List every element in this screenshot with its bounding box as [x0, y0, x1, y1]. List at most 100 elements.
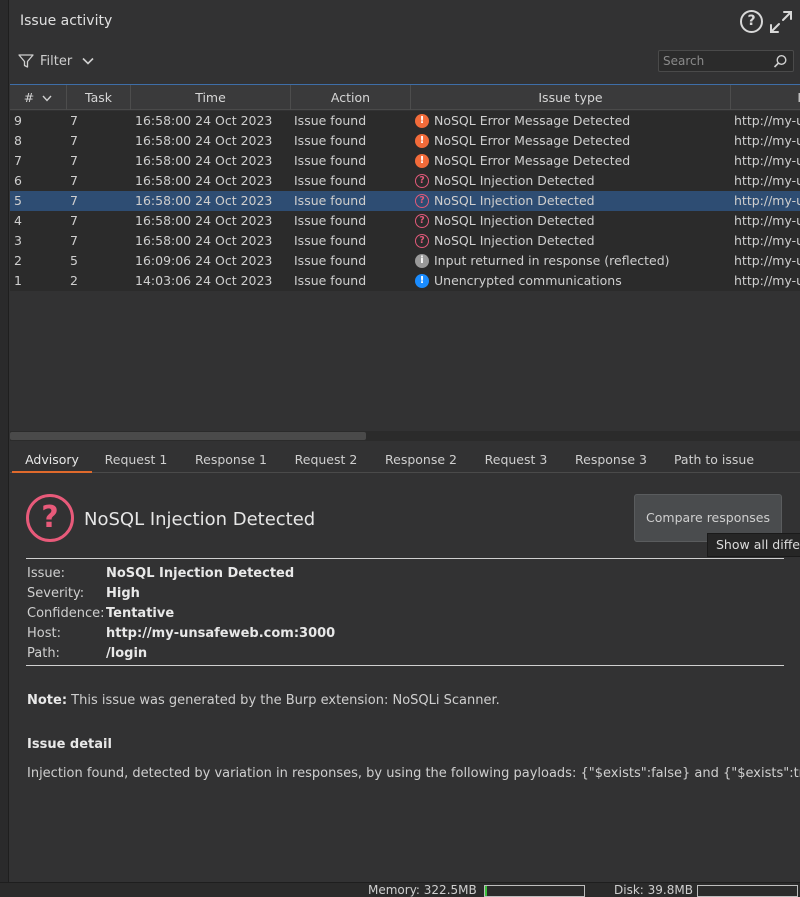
cell-task: 7	[70, 133, 78, 148]
cell-action: Issue found	[294, 153, 367, 168]
cell-time: 16:58:00 24 Oct 2023	[135, 173, 273, 188]
field-value-path: /login	[106, 646, 148, 661]
advisory-panel: ? NoSQL Injection Detected Compare respo…	[10, 474, 800, 882]
cell-task: 7	[70, 193, 78, 208]
cell-action: Issue found	[294, 273, 367, 288]
tab-request-1[interactable]: Request 1	[98, 447, 174, 473]
info-icon: i	[415, 254, 429, 268]
col-header-issue-type[interactable]: Issue type	[411, 85, 731, 110]
tentative-icon: ?	[415, 234, 429, 248]
cell-action: Issue found	[294, 133, 367, 148]
help-icon[interactable]: ?	[740, 10, 763, 33]
filter-button[interactable]: Filter	[18, 52, 100, 70]
sort-desc-icon	[42, 95, 52, 102]
table-row[interactable]: 6 7 16:58:00 24 Oct 2023 Issue found NoSQL I…	[10, 171, 800, 191]
cell-number: 1	[14, 273, 22, 288]
tab-response-2[interactable]: Response 2	[378, 447, 464, 473]
table-row[interactable]: 4 7 16:58:00 24 Oct 2023 Issue found NoSQL I…	[10, 211, 800, 231]
cell-number: 7	[14, 153, 22, 168]
cell-time: 14:03:06 24 Oct 2023	[135, 273, 273, 288]
table-row[interactable]: 9 7 16:58:00 24 Oct 2023 Issue found NoSQL E…	[10, 111, 800, 131]
expand-icon[interactable]	[768, 9, 794, 35]
cell-issue-type: NoSQL Injection Detected	[434, 193, 595, 208]
note-text: Note: This issue was generated by the Bu…	[27, 693, 500, 708]
cell-url: http://my-u	[734, 133, 800, 148]
table-row[interactable]: 8 7 16:58:00 24 Oct 2023 Issue found NoSQL E…	[10, 131, 800, 151]
cell-time: 16:58:00 24 Oct 2023	[135, 153, 273, 168]
table-row[interactable]: 7 7 16:58:00 24 Oct 2023 Issue found NoSQL E…	[10, 151, 800, 171]
panel-title: Issue activity	[20, 13, 113, 29]
field-label-path: Path:	[27, 646, 60, 661]
table-row[interactable]: 5 7 16:58:00 24 Oct 2023 Issue found NoSQL I…	[10, 191, 800, 211]
memory-bar	[484, 885, 585, 897]
tab-advisory[interactable]: Advisory	[12, 447, 92, 473]
scrollbar-thumb[interactable]	[10, 432, 366, 440]
chevron-down-icon	[82, 57, 94, 65]
high-severity-icon: !	[415, 134, 429, 148]
cell-task: 7	[70, 213, 78, 228]
cell-url: http://my-u	[734, 193, 800, 208]
search-icon[interactable]	[773, 54, 788, 69]
cell-task: 2	[70, 273, 78, 288]
cell-issue-type: Input returned in response (reflected)	[434, 253, 670, 268]
tab-request-2[interactable]: Request 2	[288, 447, 364, 473]
field-label-host: Host:	[27, 626, 61, 641]
tab-request-3[interactable]: Request 3	[478, 447, 554, 473]
col-header-number[interactable]: #	[10, 85, 67, 110]
cell-url: http://my-u	[734, 233, 800, 248]
cell-action: Issue found	[294, 193, 367, 208]
high-severity-icon: !	[415, 114, 429, 128]
cell-action: Issue found	[294, 113, 367, 128]
table-body: 9 7 16:58:00 24 Oct 2023 Issue found NoSQL E…	[10, 111, 800, 291]
search-input[interactable]	[663, 53, 771, 69]
cell-issue-type: NoSQL Injection Detected	[434, 233, 595, 248]
horizontal-scrollbar[interactable]	[10, 431, 800, 441]
cell-issue-type: NoSQL Injection Detected	[434, 173, 595, 188]
table-row[interactable]: 3 7 16:58:00 24 Oct 2023 Issue found NoSQL I…	[10, 231, 800, 251]
tentative-issue-icon: ?	[26, 494, 74, 542]
cell-url: http://my-u	[734, 273, 800, 288]
cell-url: http://my-u	[734, 153, 800, 168]
status-bar: Memory: 322.5MB Disk: 39.8MB	[0, 882, 800, 897]
disk-bar	[697, 885, 798, 897]
table-row[interactable]: 2 5 16:09:06 24 Oct 2023 Issue found Input r…	[10, 251, 800, 271]
tentative-icon: ?	[415, 194, 429, 208]
search-box[interactable]	[658, 50, 794, 72]
cell-action: Issue found	[294, 253, 367, 268]
cell-task: 7	[70, 153, 78, 168]
tab-response-1[interactable]: Response 1	[188, 447, 274, 473]
cell-number: 6	[14, 173, 22, 188]
tab-response-3[interactable]: Response 3	[568, 447, 654, 473]
issue-activity-panel: Issue activity ? Filter #	[0, 0, 800, 897]
table-row[interactable]: 1 2 14:03:06 24 Oct 2023 Issue found Unencry…	[10, 271, 800, 291]
funnel-icon	[18, 54, 34, 68]
cell-number: 8	[14, 133, 22, 148]
field-value-confidence: Tentative	[106, 606, 175, 621]
cell-issue-type: NoSQL Error Message Detected	[434, 113, 631, 128]
compare-tooltip: Show all differe	[707, 533, 800, 557]
note-label: Note:	[27, 693, 68, 708]
col-header-time[interactable]: Time	[131, 85, 291, 110]
cell-time: 16:58:00 24 Oct 2023	[135, 113, 273, 128]
cell-url: http://my-u	[734, 173, 800, 188]
field-label-severity: Severity:	[27, 586, 85, 601]
cell-time: 16:09:06 24 Oct 2023	[135, 253, 273, 268]
issue-detail-text: Injection found, detected by variation i…	[27, 766, 800, 781]
note-body: This issue was generated by the Burp ext…	[67, 693, 500, 708]
cell-action: Issue found	[294, 213, 367, 228]
info-blue-icon: !	[415, 274, 429, 288]
col-header-url[interactable]: I	[731, 85, 800, 110]
col-header-action[interactable]: Action	[291, 85, 411, 110]
cell-task: 7	[70, 233, 78, 248]
cell-task: 7	[70, 173, 78, 188]
high-severity-icon: !	[415, 154, 429, 168]
cell-url: http://my-u	[734, 213, 800, 228]
cell-time: 16:58:00 24 Oct 2023	[135, 213, 273, 228]
memory-bar-fill	[485, 886, 487, 896]
issue-detail-heading: Issue detail	[27, 737, 112, 752]
left-pane-edge	[0, 0, 9, 882]
field-value-host: http://my-unsafeweb.com:3000	[106, 626, 336, 641]
tentative-icon: ?	[415, 174, 429, 188]
tab-path-to-issue[interactable]: Path to issue	[668, 447, 760, 473]
col-header-task[interactable]: Task	[67, 85, 131, 110]
